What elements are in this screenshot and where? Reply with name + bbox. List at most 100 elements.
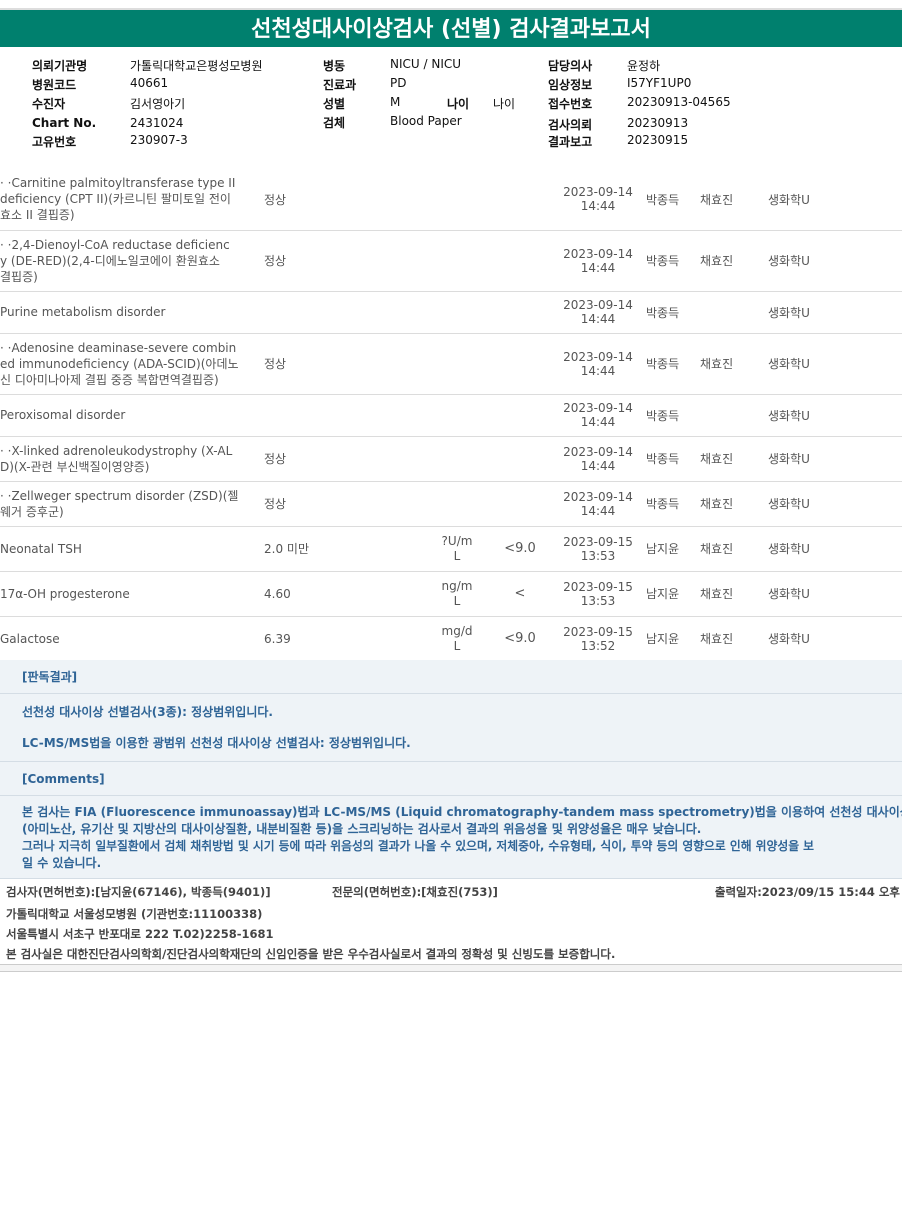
- test-name: · ·Zellweger spectrum disorder (ZSD)(젤 웨…: [0, 481, 258, 527]
- label-age: 나이: [447, 97, 470, 111]
- test-time: 14:44: [580, 312, 616, 326]
- test-time: 14:44: [580, 199, 616, 214]
- test-time: 14:44: [580, 503, 616, 518]
- test-name: Purine metabolism disorder: [0, 291, 258, 334]
- label-patient: 수진자: [32, 97, 66, 111]
- test-result: [258, 394, 424, 437]
- test-name: · ·Adenosine deaminase-severe combin ed …: [0, 333, 258, 395]
- table-row: · ·2,4-Dienoyl-CoA reductase deficienc y…: [0, 230, 902, 292]
- test-reference: [490, 230, 550, 292]
- test-time: 13:53: [580, 593, 616, 608]
- label-sex: 성별: [323, 97, 346, 111]
- table-row: · ·Adenosine deaminase-severe combin ed …: [0, 333, 902, 395]
- value-ward: NICU / NICU: [390, 57, 462, 71]
- value-chart-no: 2431024: [130, 116, 184, 130]
- table-row: Purine metabolism disorder 2023-09-14 14:4…: [0, 291, 902, 334]
- test-date: 2023-09-14: [563, 246, 633, 261]
- value-sex: M: [390, 95, 401, 109]
- label-receipt-no: 접수번호: [548, 97, 593, 111]
- test-reference: <9.0: [490, 526, 550, 572]
- test-datetime: 2023-09-14 14:44: [550, 481, 646, 527]
- tester-name: 남지윤: [646, 616, 700, 662]
- test-name: Peroxisomal disorder: [0, 394, 258, 437]
- test-department: 생화학U: [768, 436, 902, 482]
- value-clinical-info: I57YF1UP0: [627, 76, 692, 90]
- test-datetime: 2023-09-14 14:44: [550, 291, 646, 334]
- comment-line-4: 일 수 있습니다.: [22, 856, 102, 870]
- test-name: Galactose: [0, 616, 258, 662]
- value-institution: 가톨릭대학교은평성모병원: [130, 59, 263, 73]
- test-name-text: · ·Adenosine deaminase-severe combin ed …: [0, 340, 239, 387]
- verifier-name: [700, 291, 768, 334]
- test-reference: [490, 436, 550, 482]
- notes-section: [판독결과] 선천성 대사이상 선별검사(3종): 정상범위입니다. LC-MS…: [0, 660, 902, 879]
- test-unit: [424, 394, 490, 437]
- footer-address: 서울특별시 서초구 반포대로 222 T.02)2258-1681: [6, 927, 274, 941]
- test-date: 2023-09-14: [563, 298, 633, 312]
- footer-certification: 본 검사실은 대한진단검사의학회/진단검사의학재단의 신임인증을 받은 우수검사…: [6, 947, 616, 961]
- verifier-name: 채효진: [700, 616, 768, 662]
- results-table: · ·Carnitine palmitoyltransferase type I…: [0, 169, 902, 662]
- test-result: 4.60: [258, 571, 424, 617]
- test-unit: mg/d L: [424, 616, 490, 662]
- verifier-name: 채효진: [700, 230, 768, 292]
- test-name-text: Peroxisomal disorder: [0, 408, 126, 422]
- test-date: 2023-09-15: [563, 624, 633, 639]
- test-reference: [490, 291, 550, 334]
- test-name-text: · ·Zellweger spectrum disorder (ZSD)(젤 웨…: [0, 488, 239, 519]
- test-datetime: 2023-09-14 14:44: [550, 333, 646, 395]
- test-unit: ng/m L: [424, 571, 490, 617]
- test-date: 2023-09-14: [563, 401, 633, 415]
- test-datetime: 2023-09-14 14:44: [550, 394, 646, 437]
- test-unit: [424, 230, 490, 292]
- table-row: Neonatal TSH 2.0 미만 ?U/m L <9.0 2023-09-15 13…: [0, 526, 902, 572]
- test-date: 2023-09-14: [563, 444, 633, 459]
- test-department: 생화학U: [768, 481, 902, 527]
- label-department: 진료과: [323, 78, 357, 92]
- test-name: Neonatal TSH: [0, 526, 258, 572]
- verifier-name: 채효진: [700, 436, 768, 482]
- test-unit: [424, 481, 490, 527]
- verifier-name: 채효진: [700, 169, 768, 231]
- test-date: 2023-09-14: [563, 489, 633, 504]
- test-name-text: Purine metabolism disorder: [0, 305, 166, 319]
- label-clinical-info: 임상정보: [548, 78, 593, 92]
- test-date: 2023-09-14: [563, 349, 633, 364]
- test-datetime: 2023-09-15 13:53: [550, 571, 646, 617]
- tester-name: 남지윤: [646, 571, 700, 617]
- test-name-text: 17α-OH progesterone: [0, 586, 130, 601]
- test-department: 생화학U: [768, 230, 902, 292]
- test-unit: [424, 436, 490, 482]
- footer-hospital: 가톨릭대학교 서울성모병원 (기관번호:11100338): [6, 907, 263, 921]
- test-date: 2023-09-15: [563, 579, 633, 594]
- tester-name: 박종득: [646, 436, 700, 482]
- test-result: 6.39: [258, 616, 424, 662]
- test-department: 생화학U: [768, 571, 902, 617]
- test-unit: ?U/m L: [424, 526, 490, 572]
- tester-name: 박종득: [646, 333, 700, 395]
- bottom-divider: [0, 964, 902, 972]
- test-result: 정상: [258, 333, 424, 395]
- test-time: 14:44: [580, 363, 616, 378]
- test-department: 생화학U: [768, 616, 902, 662]
- label-specimen: 검체: [323, 116, 346, 130]
- test-reference: [490, 394, 550, 437]
- test-unit: [424, 291, 490, 334]
- label-request-date: 검사의뢰: [548, 118, 593, 132]
- test-datetime: 2023-09-15 13:52: [550, 616, 646, 662]
- label-chart-no: Chart No.: [32, 116, 97, 130]
- comment-line-3: 그러나 지극히 일부질환에서 검체 채취방법 및 시기 등에 따라 위음성의 결…: [22, 839, 815, 853]
- test-datetime: 2023-09-14 14:44: [550, 169, 646, 231]
- verifier-name: [700, 394, 768, 437]
- test-unit: [424, 333, 490, 395]
- verifier-name: 채효진: [700, 526, 768, 572]
- test-result: 정상: [258, 481, 424, 527]
- table-row: Galactose 6.39 mg/d L <9.0 2023-09-15 13:52 남지…: [0, 616, 902, 662]
- value-patient: 김서영아기: [130, 97, 186, 111]
- judgement-header: [판독결과]: [0, 660, 902, 694]
- test-result: 정상: [258, 169, 424, 231]
- label-doctor: 담당의사: [548, 59, 593, 73]
- table-row: 17α-OH progesterone 4.60 ng/m L <2023-09-15…: [0, 571, 902, 617]
- table-row: Peroxisomal disorder 2023-09-14 14:44 박종득 생화…: [0, 394, 902, 437]
- value-doctor: 윤정하: [627, 59, 661, 73]
